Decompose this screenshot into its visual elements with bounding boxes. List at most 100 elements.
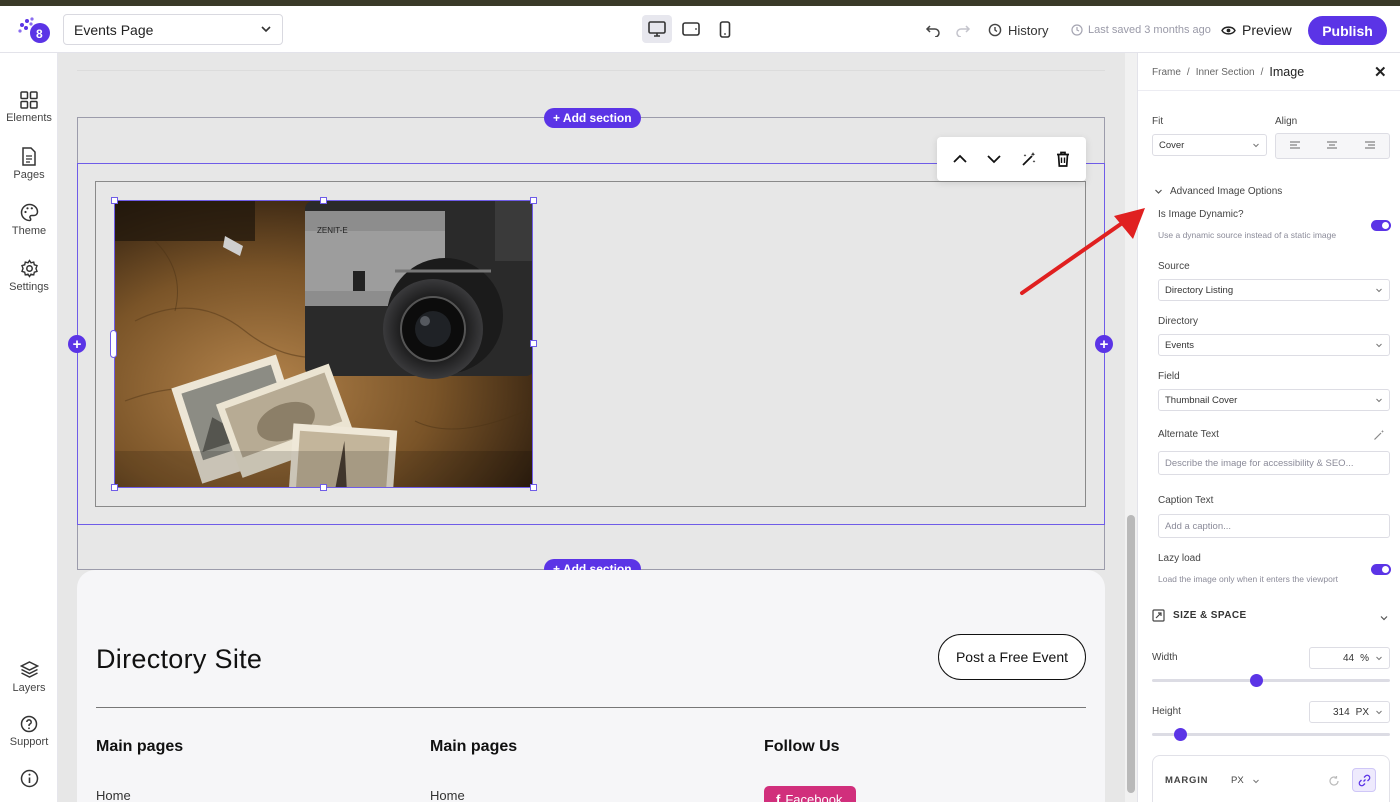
align-right-icon[interactable] <box>1364 137 1376 155</box>
close-icon[interactable]: ✕ <box>1374 63 1387 81</box>
app-logo[interactable]: 8 <box>16 15 50 45</box>
chevron-down-icon <box>1376 656 1382 661</box>
width-label: Width <box>1152 652 1178 663</box>
chevron-down-icon <box>260 22 272 38</box>
move-up-icon[interactable] <box>946 145 974 173</box>
height-input[interactable]: 314 PX <box>1309 701 1390 723</box>
height-slider[interactable] <box>1152 728 1390 741</box>
advanced-image-options-toggle[interactable]: Advanced Image Options <box>1154 186 1282 197</box>
mobile-icon[interactable] <box>710 15 740 43</box>
grid-icon <box>20 91 38 109</box>
chevron-down-icon <box>1376 398 1382 403</box>
chevron-down-icon <box>1376 710 1382 715</box>
source-select[interactable]: Directory Listing <box>1158 279 1390 301</box>
reset-icon[interactable] <box>1328 774 1340 792</box>
image-dynamic-label: Is Image Dynamic? <box>1158 209 1244 220</box>
margin-unit-select[interactable]: PX <box>1231 775 1260 786</box>
add-section-button[interactable]: + Add section <box>544 108 641 128</box>
sidebar-label-elements: Elements <box>6 112 52 124</box>
link-icon[interactable] <box>1352 768 1376 792</box>
resize-handle[interactable] <box>111 484 118 491</box>
undo-icon[interactable] <box>925 14 941 46</box>
chevron-down-icon <box>1252 779 1259 783</box>
element-toolbar <box>937 137 1086 181</box>
page-selector[interactable]: Events Page <box>63 14 283 45</box>
height-unit[interactable]: PX <box>1356 707 1369 718</box>
image-dynamic-description: Use a dynamic source instead of a static… <box>1158 230 1337 240</box>
sidebar-item-theme[interactable]: Theme <box>0 203 58 237</box>
caption-text-input[interactable]: Add a caption... <box>1158 514 1390 538</box>
resize-handle[interactable] <box>320 197 327 204</box>
move-down-icon[interactable] <box>980 145 1008 173</box>
redo-icon[interactable] <box>955 14 971 46</box>
sidebar-item-pages[interactable]: Pages <box>0 147 58 181</box>
desktop-icon[interactable] <box>642 15 672 43</box>
info-button[interactable] <box>0 769 58 788</box>
breadcrumb: Frame / Inner Section / Image <box>1152 65 1304 79</box>
last-saved-label: Last saved 3 months ago <box>1088 24 1211 36</box>
width-slider[interactable] <box>1152 674 1390 687</box>
sidebar-item-elements[interactable]: Elements <box>0 91 58 124</box>
sidebar-label-layers: Layers <box>12 682 46 694</box>
resize-handle[interactable] <box>320 484 327 491</box>
preview-button[interactable]: Preview <box>1221 14 1292 46</box>
breadcrumb-item[interactable]: Frame <box>1152 67 1181 78</box>
facebook-button[interactable]: f Facebook <box>764 786 856 802</box>
site-footer[interactable]: Directory Site Post a Free Event Main pa… <box>77 570 1105 802</box>
image-dynamic-toggle[interactable] <box>1371 220 1391 231</box>
breadcrumb-item[interactable]: Inner Section <box>1196 67 1255 78</box>
trash-icon[interactable] <box>1049 145 1077 173</box>
magic-wand-icon[interactable] <box>1015 145 1043 173</box>
size-space-label: SIZE & SPACE <box>1173 610 1247 621</box>
add-column-right-icon[interactable]: + <box>1095 335 1113 353</box>
sidebar-label-support: Support <box>9 736 49 748</box>
publish-button[interactable]: Publish <box>1308 16 1387 45</box>
align-left-icon[interactable] <box>1289 137 1301 155</box>
footer-site-title: Directory Site <box>96 644 263 674</box>
fit-select[interactable]: Cover <box>1152 134 1267 156</box>
history-label: History <box>1008 22 1049 38</box>
gear-icon <box>20 259 38 278</box>
footer-link-home[interactable]: Home <box>430 788 465 802</box>
post-free-event-button[interactable]: Post a Free Event <box>938 634 1086 680</box>
directory-select[interactable]: Events <box>1158 334 1390 356</box>
selected-image[interactable]: ZENIT-E <box>114 200 533 488</box>
align-center-icon[interactable] <box>1326 137 1338 155</box>
tablet-icon[interactable] <box>676 15 706 43</box>
height-slider-knob[interactable] <box>1174 728 1188 741</box>
alternate-text-input[interactable]: Describe the image for accessibility & S… <box>1158 451 1390 475</box>
alternate-text-label: Alternate Text <box>1158 429 1219 440</box>
width-unit[interactable]: % <box>1360 653 1369 664</box>
width-input[interactable]: 44 % <box>1309 647 1390 669</box>
sidebar-item-settings[interactable]: Settings <box>0 259 58 293</box>
canvas-scrollbar[interactable] <box>1125 53 1137 802</box>
margin-control: MARGIN PX <box>1152 755 1390 802</box>
resize-handle[interactable] <box>530 340 537 347</box>
resize-handle[interactable] <box>530 484 537 491</box>
source-select-value: Directory Listing <box>1165 284 1234 296</box>
magic-wand-icon[interactable] <box>1373 428 1385 446</box>
field-select[interactable]: Thumbnail Cover <box>1158 389 1390 411</box>
palette-icon <box>20 203 38 222</box>
footer-column-heading: Follow Us <box>764 738 840 755</box>
size-space-section-header[interactable]: SIZE & SPACE <box>1152 609 1247 622</box>
scrollbar-thumb[interactable] <box>1127 515 1135 793</box>
footer-column-heading: Main pages <box>430 738 518 755</box>
resize-handle[interactable] <box>530 197 537 204</box>
layers-icon <box>19 661 39 678</box>
add-column-left-icon[interactable]: + <box>68 335 86 353</box>
chevron-down-icon[interactable] <box>1379 610 1389 628</box>
sidebar-item-layers[interactable]: Layers <box>0 660 58 694</box>
width-slider-knob[interactable] <box>1250 674 1264 687</box>
footer-link-home[interactable]: Home <box>96 788 131 802</box>
margin-unit-value: PX <box>1231 775 1244 786</box>
previous-section[interactable] <box>77 53 1105 71</box>
resize-handle[interactable] <box>111 197 118 204</box>
lazy-load-toggle[interactable] <box>1371 564 1391 575</box>
drag-handle[interactable] <box>110 330 117 358</box>
svg-text:ZENIT-E: ZENIT-E <box>317 226 348 235</box>
sidebar-item-support[interactable]: Support <box>0 715 58 748</box>
history-button[interactable]: History <box>988 14 1048 46</box>
editor-canvas[interactable]: ZENIT-E + Add section + Add section + + … <box>58 53 1125 802</box>
chevron-down-icon <box>1376 288 1382 293</box>
